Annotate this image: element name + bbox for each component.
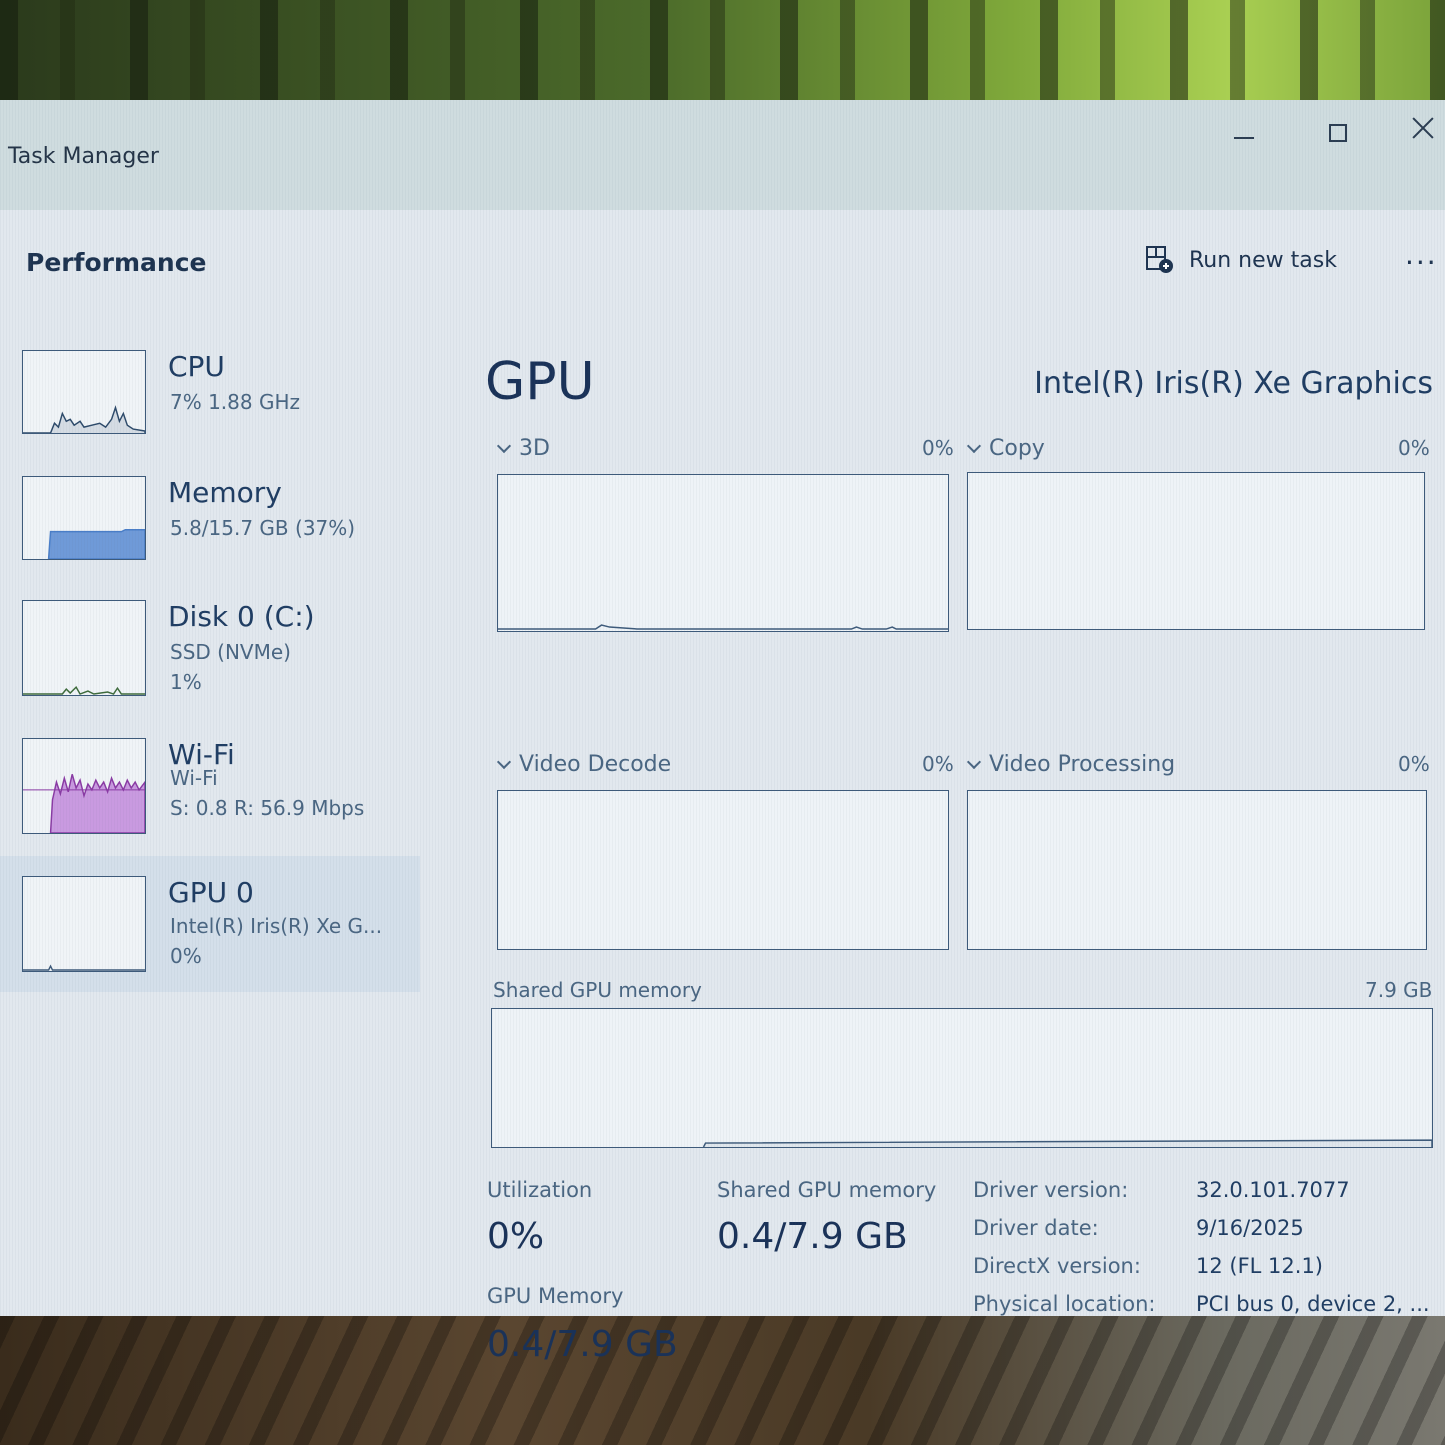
utilization-value: 0%	[487, 1216, 545, 1257]
driver-date-value: 9/16/2025	[1196, 1216, 1304, 1240]
sidebar-item-detail: 5.8/15.7 GB (37%)	[170, 516, 356, 540]
sidebar-item-cpu[interactable]: CPU 7% 1.88 GHz	[0, 340, 420, 465]
graph-percent: 0%	[922, 752, 954, 776]
gpu-memory-label: GPU Memory	[487, 1284, 624, 1308]
chevron-down-icon	[496, 754, 512, 769]
sidebar-item-memory[interactable]: Memory 5.8/15.7 GB (37%)	[0, 466, 420, 591]
physical-location-label: Physical location:	[973, 1292, 1156, 1316]
directx-version-value: 12 (FL 12.1)	[1196, 1254, 1323, 1278]
graph-selector-copy[interactable]: Copy	[966, 436, 1045, 461]
graph-video-decode	[497, 790, 949, 950]
graph-selector-video-decode[interactable]: Video Decode	[496, 752, 672, 777]
sidebar-item-detail: SSD (NVMe)	[170, 640, 291, 664]
more-options-icon[interactable]: ...	[1405, 238, 1438, 271]
gpu-thumbnail-graph	[22, 876, 146, 972]
chevron-down-icon	[966, 754, 982, 769]
gpu-memory-value: 0.4/7.9 GB	[487, 1324, 678, 1365]
sidebar-item-name: Disk 0 (C:)	[168, 600, 315, 633]
shared-memory-label: Shared GPU memory	[717, 1178, 937, 1202]
task-manager-window: Task Manager Performance Run new task ..…	[0, 100, 1445, 1365]
run-new-task-label: Run new task	[1189, 247, 1337, 273]
graph-label: 3D	[519, 436, 550, 461]
sidebar-item-subdetail: 1%	[170, 670, 202, 694]
memory-thumbnail-graph	[22, 476, 146, 560]
sidebar-item-detail: 7% 1.88 GHz	[170, 390, 301, 414]
gpu-model-name: Intel(R) Iris(R) Xe Graphics	[1034, 366, 1433, 401]
directx-version-label: DirectX version:	[973, 1254, 1141, 1278]
sidebar-item-subdetail: 0%	[170, 944, 202, 968]
sidebar-item-name: Memory	[168, 476, 282, 509]
sidebar-item-detail: Wi-Fi	[170, 766, 218, 790]
sidebar-item-wifi[interactable]: Wi-Fi Wi-Fi S: 0.8 R: 56.9 Mbps	[0, 728, 420, 853]
graph-label: Copy	[989, 436, 1045, 461]
close-button[interactable]	[1400, 110, 1445, 160]
page-title: Performance	[26, 248, 207, 277]
graph-shared-gpu-memory	[491, 1008, 1433, 1148]
minimize-button[interactable]	[1214, 110, 1274, 160]
shared-memory-graph-label: Shared GPU memory	[493, 978, 702, 1002]
desktop-wallpaper-bottom	[0, 1316, 1445, 1445]
sidebar-item-subdetail: S: 0.8 R: 56.9 Mbps	[170, 796, 365, 820]
cpu-thumbnail-graph	[22, 350, 146, 434]
window-title: Task Manager	[8, 144, 159, 169]
run-task-icon	[1145, 245, 1175, 275]
graph-percent: 0%	[922, 436, 954, 460]
sidebar-item-name: CPU	[168, 350, 225, 383]
graph-label: Video Decode	[519, 752, 672, 777]
title-bar[interactable]: Task Manager	[0, 100, 1445, 210]
sidebar-item-detail: Intel(R) Iris(R) Xe G...	[170, 914, 383, 938]
sidebar-item-disk[interactable]: Disk 0 (C:) SSD (NVMe) 1%	[0, 590, 420, 715]
gpu-heading: GPU	[485, 352, 595, 412]
graph-3d	[497, 474, 949, 632]
shared-memory-value: 0.4/7.9 GB	[717, 1216, 908, 1257]
run-new-task-button[interactable]: Run new task	[1145, 240, 1337, 280]
chevron-down-icon	[966, 438, 982, 453]
physical-location-value: PCI bus 0, device 2, ...	[1196, 1292, 1430, 1316]
driver-date-label: Driver date:	[973, 1216, 1099, 1240]
graph-label: Video Processing	[989, 752, 1176, 777]
wifi-thumbnail-graph	[22, 738, 146, 834]
sidebar-item-gpu[interactable]: GPU 0 Intel(R) Iris(R) Xe G... 0%	[0, 856, 420, 992]
chevron-down-icon	[496, 438, 512, 453]
graph-selector-3d[interactable]: 3D	[496, 436, 550, 461]
graph-percent: 0%	[1398, 436, 1430, 460]
sidebar-item-name: GPU 0	[168, 876, 254, 909]
graph-copy	[967, 472, 1425, 630]
graph-percent: 0%	[1398, 752, 1430, 776]
maximize-button[interactable]	[1308, 110, 1368, 160]
driver-version-value: 32.0.101.7077	[1196, 1178, 1350, 1202]
page-header: Performance Run new task ...	[0, 210, 1445, 310]
graph-selector-video-processing[interactable]: Video Processing	[966, 752, 1176, 777]
graph-video-processing	[967, 790, 1427, 950]
desktop-wallpaper-top	[0, 0, 1445, 100]
shared-memory-graph-max: 7.9 GB	[1365, 978, 1433, 1002]
driver-version-label: Driver version:	[973, 1178, 1129, 1202]
utilization-label: Utilization	[487, 1178, 593, 1202]
disk-thumbnail-graph	[22, 600, 146, 696]
